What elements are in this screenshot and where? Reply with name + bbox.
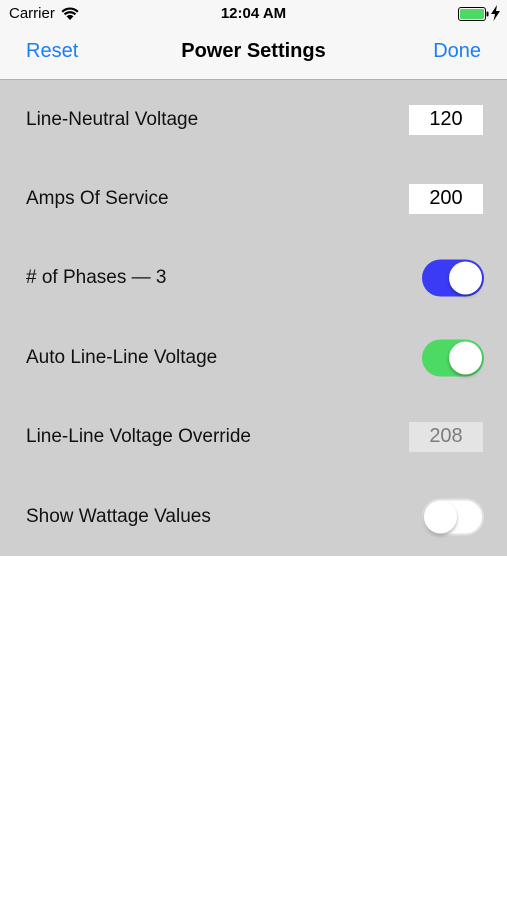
navigation-bar: Reset Power Settings Done (0, 28, 507, 80)
settings-panel: Line-Neutral Voltage Amps Of Service # o… (0, 80, 507, 556)
phases-toggle[interactable] (422, 259, 484, 296)
toggle-knob (424, 500, 457, 533)
battery-icon (458, 7, 490, 26)
row-show-wattage-values: Show Wattage Values (0, 477, 507, 556)
row-line-neutral-voltage: Line-Neutral Voltage (0, 80, 507, 159)
line-line-voltage-override-label: Line-Line Voltage Override (26, 425, 251, 447)
page-title: Power Settings (181, 40, 326, 62)
row-line-line-voltage-override: Line-Line Voltage Override (0, 397, 507, 476)
line-neutral-voltage-field[interactable] (409, 104, 483, 135)
row-amps-of-service: Amps Of Service (0, 159, 507, 238)
show-wattage-values-label: Show Wattage Values (26, 505, 211, 527)
toggle-knob (449, 341, 482, 374)
auto-line-line-voltage-label: Auto Line-Line Voltage (26, 346, 218, 368)
show-wattage-values-toggle[interactable] (422, 498, 484, 535)
phases-label: # of Phases — 3 (26, 266, 167, 288)
amps-of-service-label: Amps Of Service (26, 187, 169, 209)
charging-bolt-icon (491, 5, 500, 26)
row-auto-line-line-voltage: Auto Line-Line Voltage (0, 318, 507, 397)
done-button[interactable]: Done (433, 40, 481, 63)
toggle-knob (449, 261, 482, 294)
amps-of-service-field[interactable] (409, 183, 483, 214)
status-bar: Carrier 12:04 AM (0, 0, 507, 28)
line-line-voltage-override-field[interactable] (409, 421, 483, 452)
row-phases: # of Phases — 3 (0, 238, 507, 317)
line-neutral-voltage-label: Line-Neutral Voltage (26, 108, 199, 130)
auto-line-line-voltage-toggle[interactable] (422, 339, 484, 376)
status-time: 12:04 AM (220, 5, 287, 22)
